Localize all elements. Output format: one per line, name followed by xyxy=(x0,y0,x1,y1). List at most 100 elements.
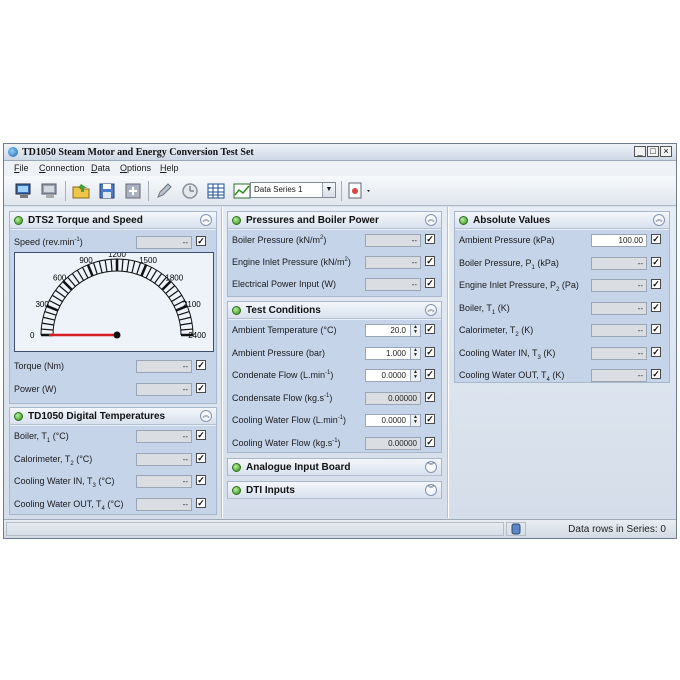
series-options-button[interactable] xyxy=(345,180,375,202)
gauge-tick xyxy=(67,276,76,287)
maximize-button[interactable]: □ xyxy=(647,146,659,157)
menu-connection[interactable]: Connection xyxy=(39,163,85,173)
power-value: -- xyxy=(136,383,192,396)
temp-2-log-checkbox[interactable]: ✓ xyxy=(196,452,206,463)
chevron-down-icon[interactable]: ▼ xyxy=(322,183,335,197)
condition-6-log-checkbox[interactable]: ✓ xyxy=(425,436,435,447)
absolute-6-log-checkbox[interactable]: ✓ xyxy=(651,346,661,357)
spin-arrows-icon[interactable]: ▲ ▼ xyxy=(410,370,420,381)
power-log-checkbox[interactable]: ✓ xyxy=(196,383,206,393)
condition-3-value[interactable]: 0.0000 ▲ ▼ xyxy=(365,369,421,382)
analogue-input-panel[interactable]: Analogue Input Board ︾ xyxy=(227,458,442,476)
export-button[interactable] xyxy=(122,180,144,202)
pressure-3-value: -- xyxy=(365,278,421,291)
middle-column: Pressures and Boiler Power ︽ Boiler Pres… xyxy=(223,207,448,518)
gauge-tick xyxy=(41,328,54,331)
gauge-tick xyxy=(121,259,124,272)
collapse-chevron-icon[interactable]: ︽ xyxy=(200,410,212,422)
absolute-3-label: Engine Inlet Pressure, P2 (Pa) xyxy=(459,280,579,293)
temp-2-label: Calorimeter, T2 (°C) xyxy=(14,453,93,467)
torque-label: Torque (Nm) xyxy=(14,361,65,371)
status-led-icon xyxy=(232,306,241,315)
test-conditions-panel: Test Conditions ︽ Ambient Temperature (°… xyxy=(227,301,442,453)
calibrate-button[interactable] xyxy=(153,180,175,202)
collapse-chevron-icon[interactable]: ︽ xyxy=(200,214,212,226)
speed-row: Speed (rev.min-1) -- ✓ xyxy=(14,236,206,249)
status-led-icon xyxy=(14,412,23,421)
torque-speed-panel: DTS2 Torque and Speed ︽ Speed (rev.min-1… xyxy=(9,211,217,404)
absolute-3-log-checkbox[interactable]: ✓ xyxy=(651,279,661,289)
absolute-7-log-checkbox[interactable]: ✓ xyxy=(651,369,661,379)
graph-icon xyxy=(233,183,251,199)
save-button[interactable] xyxy=(96,180,118,202)
data-series-select[interactable]: Data Series 1 ▼ xyxy=(250,182,336,198)
menu-options[interactable]: Options xyxy=(120,163,151,173)
expand-chevron-icon[interactable]: ︾ xyxy=(425,484,437,496)
status-led-icon xyxy=(232,486,241,495)
analogue-input-title: Analogue Input Board xyxy=(246,462,351,473)
condition-5-label: Cooling Water Flow (L.min-1) xyxy=(232,415,347,425)
temp-1-log-checkbox[interactable]: ✓ xyxy=(196,430,206,440)
power-label: Power (W) xyxy=(14,384,57,394)
timer-button[interactable] xyxy=(179,180,201,202)
condition-1-log-checkbox[interactable]: ✓ xyxy=(425,324,435,334)
condition-2-log-checkbox[interactable]: ✓ xyxy=(425,346,435,357)
collapse-chevron-icon[interactable]: ︽ xyxy=(425,214,437,226)
status-led-icon xyxy=(232,216,241,225)
spin-arrows-icon[interactable]: ▲ ▼ xyxy=(410,347,420,359)
menu-help[interactable]: Help xyxy=(160,163,179,173)
collapse-chevron-icon[interactable]: ︽ xyxy=(425,304,437,316)
speed-value: -- xyxy=(136,236,192,249)
gauge-tick xyxy=(104,259,108,272)
spin-arrows-icon[interactable]: ▲ ▼ xyxy=(410,325,420,336)
condition-2-value[interactable]: 1.000 ▲ ▼ xyxy=(365,346,421,360)
absolute-values-title: Absolute Values xyxy=(473,215,551,226)
expand-chevron-icon[interactable]: ︾ xyxy=(425,461,437,473)
data-series-value: Data Series 1 xyxy=(254,185,303,194)
torque-log-checkbox[interactable]: ✓ xyxy=(196,360,206,370)
pressure-1-value: -- xyxy=(365,234,421,247)
disconnect-button[interactable] xyxy=(39,180,61,202)
temp-4-log-checkbox[interactable]: ✓ xyxy=(196,497,206,508)
save-disk-icon xyxy=(99,183,115,199)
spin-arrows-icon[interactable]: ▲ ▼ xyxy=(410,415,420,426)
condition-5-log-checkbox[interactable]: ✓ xyxy=(425,414,435,424)
absolute-4-value: -- xyxy=(591,301,647,315)
menu-file[interactable]: File xyxy=(14,163,29,173)
connect-button[interactable] xyxy=(13,180,35,202)
absolute-1-log-checkbox[interactable]: ✓ xyxy=(651,234,661,244)
absolute-5-log-checkbox[interactable]: ✓ xyxy=(651,324,661,334)
pressure-2-log-checkbox[interactable]: ✓ xyxy=(425,256,435,266)
absolute-1-value[interactable]: 100.00 xyxy=(591,234,647,247)
condition-5-value[interactable]: 0.0000 ▲ ▼ xyxy=(365,414,421,427)
dti-inputs-panel[interactable]: DTI Inputs ︾ xyxy=(227,481,442,499)
table-view-button[interactable] xyxy=(205,180,227,202)
gauge-tick xyxy=(55,289,66,298)
app-icon xyxy=(8,147,18,157)
condition-4-log-checkbox[interactable]: ✓ xyxy=(425,391,435,402)
close-button[interactable]: × xyxy=(660,146,672,157)
collapse-chevron-icon[interactable]: ︽ xyxy=(653,214,665,226)
dti-inputs-title: DTI Inputs xyxy=(246,485,295,496)
status-led-icon xyxy=(459,216,468,225)
test-conditions-title: Test Conditions xyxy=(246,305,321,316)
condition-4-value: 0.00000 xyxy=(365,391,421,405)
title-bar: TD1050 Steam Motor and Energy Conversion… xyxy=(4,144,676,161)
temp-3-log-checkbox[interactable]: ✓ xyxy=(196,475,206,485)
condition-3-log-checkbox[interactable]: ✓ xyxy=(425,369,435,379)
gauge-tick xyxy=(180,328,193,331)
minimize-button[interactable]: _ xyxy=(634,146,646,157)
condition-2-label: Ambient Pressure (bar) xyxy=(232,347,326,358)
right-column: Absolute Values ︽ Ambient Pressure (kPa)… xyxy=(449,207,676,518)
window-title: TD1050 Steam Motor and Energy Conversion… xyxy=(22,147,254,158)
pressure-1-log-checkbox[interactable]: ✓ xyxy=(425,234,435,244)
pressure-3-log-checkbox[interactable]: ✓ xyxy=(425,278,435,288)
open-button[interactable] xyxy=(70,180,92,202)
absolute-5-label: Calorimeter, T2 (K) xyxy=(459,325,534,338)
absolute-4-log-checkbox[interactable]: ✓ xyxy=(651,301,661,312)
menu-data[interactable]: Data xyxy=(91,163,110,173)
speed-log-checkbox[interactable]: ✓ xyxy=(196,236,206,246)
gauge-tick xyxy=(179,316,192,321)
absolute-2-log-checkbox[interactable]: ✓ xyxy=(651,256,661,267)
condition-1-value[interactable]: 20.0 ▲ ▼ xyxy=(365,324,421,337)
